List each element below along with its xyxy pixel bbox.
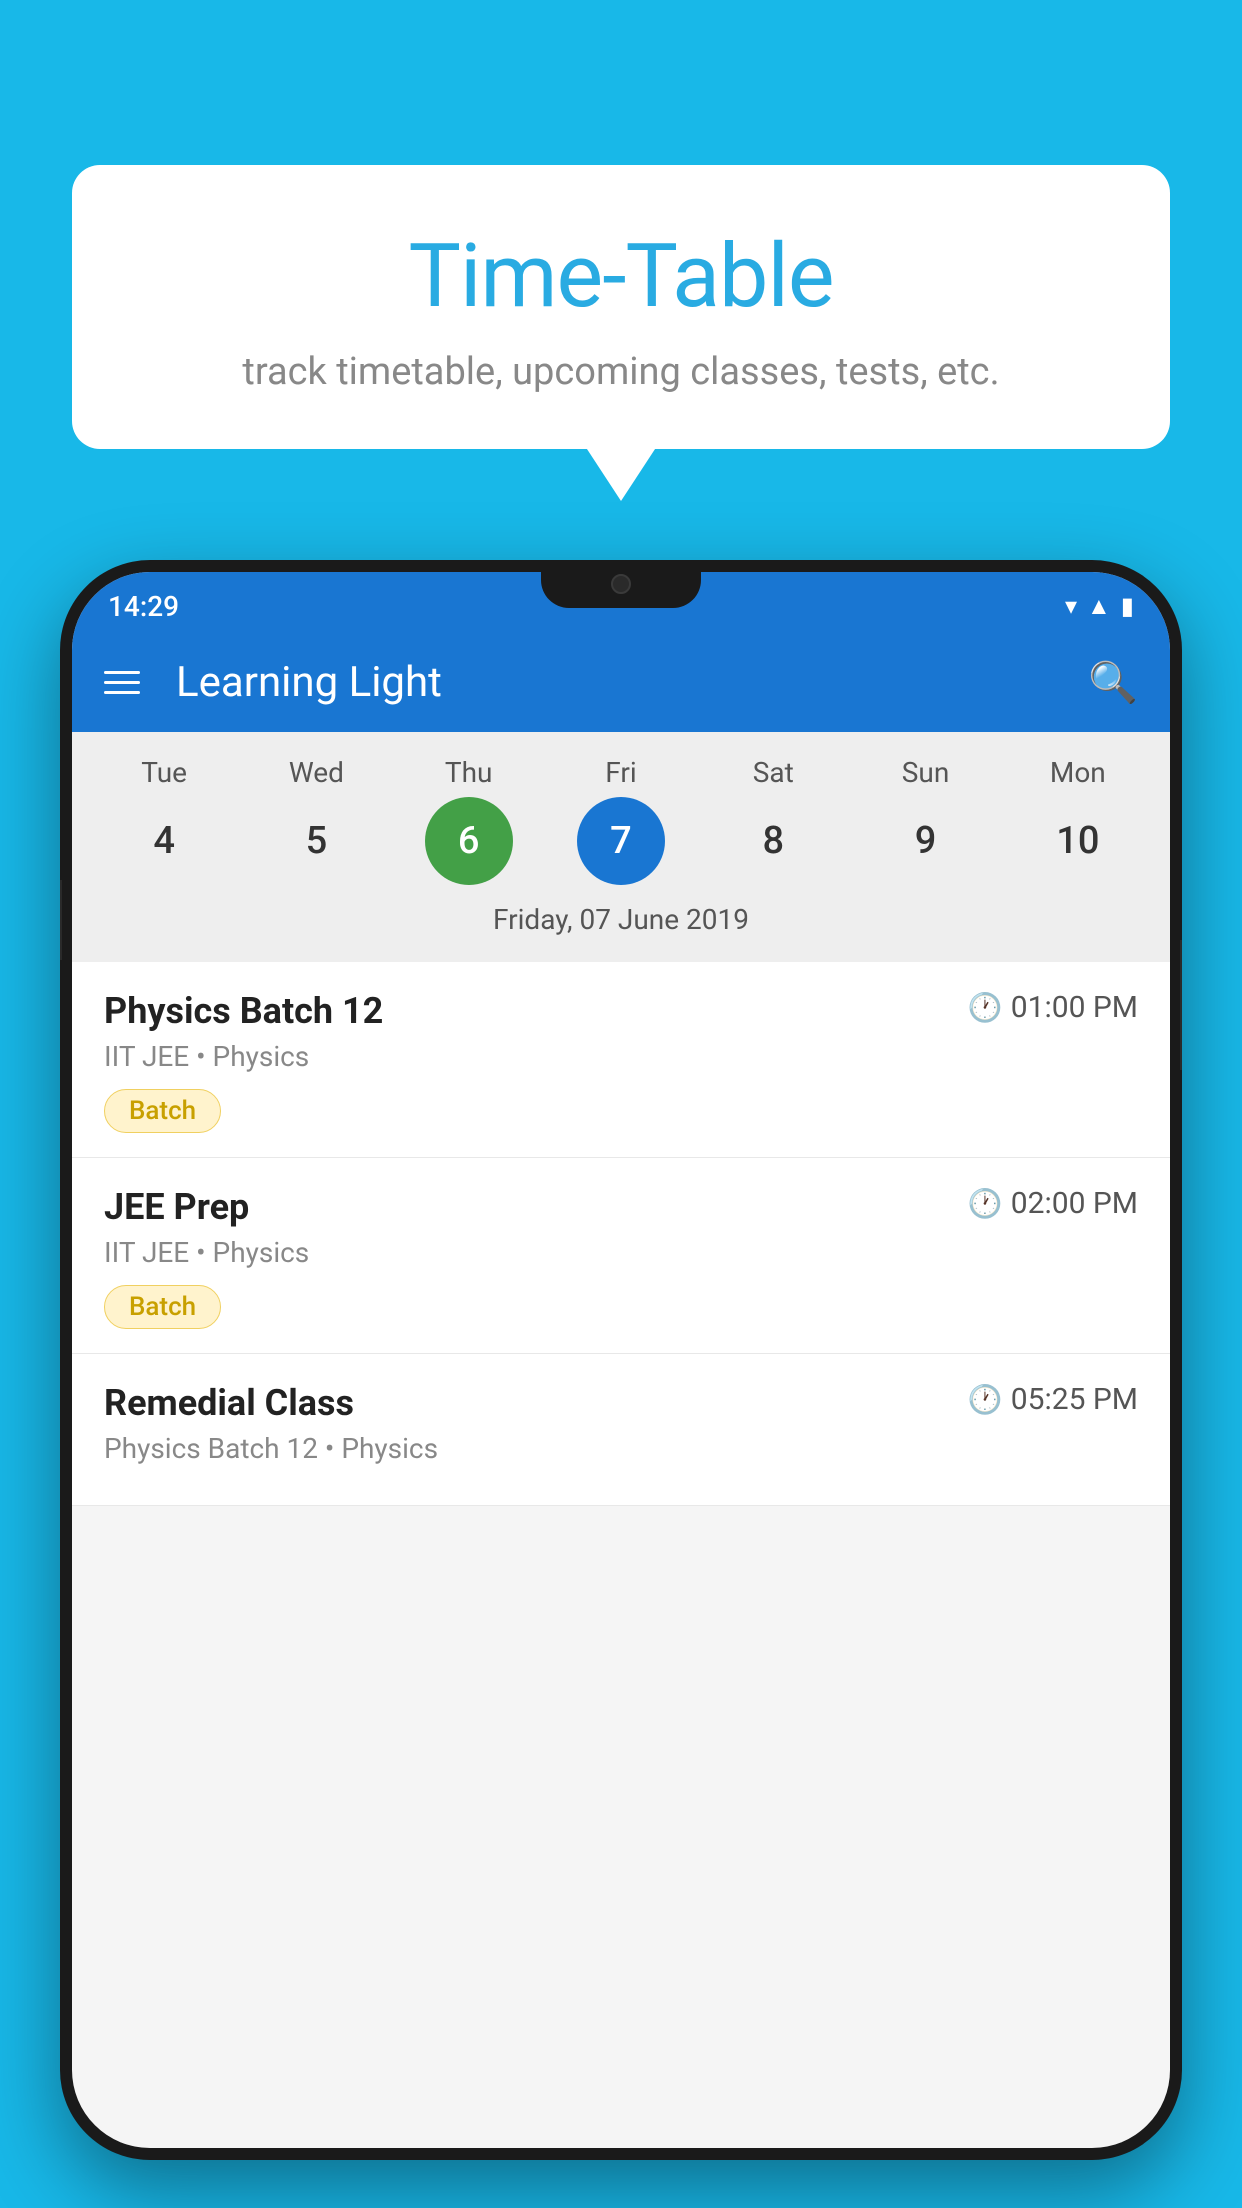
app-title: Learning Light <box>176 658 1060 707</box>
phone-container: 14:29 ▾ ▲ ▮ Learning Light 🔍 <box>60 560 1182 2208</box>
schedule-title-2: JEE Prep <box>104 1186 249 1228</box>
phone-frame: 14:29 ▾ ▲ ▮ Learning Light 🔍 <box>60 560 1182 2160</box>
app-bar: Learning Light 🔍 <box>72 632 1170 732</box>
batch-badge-1: Batch <box>104 1089 221 1133</box>
schedule-subtitle-3: Physics Batch 12 • Physics <box>104 1432 1138 1465</box>
schedule-item-3: Remedial Class 🕐 05:25 PM Physics Batch … <box>72 1354 1170 1506</box>
day-10[interactable]: 10 <box>1034 797 1122 885</box>
menu-button[interactable] <box>104 671 140 694</box>
day-header-thu: Thu <box>425 756 513 789</box>
schedule-title-1: Physics Batch 12 <box>104 990 383 1032</box>
clock-icon-3: 🕐 <box>968 1383 1003 1416</box>
day-numbers: 4 5 6 7 8 9 10 <box>72 797 1170 885</box>
volume-button <box>60 880 62 960</box>
schedule-time-1: 🕐 01:00 PM <box>968 990 1138 1025</box>
power-button <box>1180 940 1182 1070</box>
day-5[interactable]: 5 <box>272 797 360 885</box>
clock-icon-1: 🕐 <box>968 991 1003 1024</box>
schedule-time-value-1: 01:00 PM <box>1011 990 1138 1025</box>
signal-icon: ▲ <box>1087 592 1111 621</box>
status-icons: ▾ ▲ ▮ <box>1065 592 1134 621</box>
day-7-selected[interactable]: 7 <box>577 797 665 885</box>
clock-icon-2: 🕐 <box>968 1187 1003 1220</box>
day-headers: Tue Wed Thu Fri Sat Sun Mon <box>72 756 1170 789</box>
schedule-item-1: Physics Batch 12 🕐 01:00 PM IIT JEE • Ph… <box>72 962 1170 1158</box>
schedule-subtitle-1: IIT JEE • Physics <box>104 1040 1138 1073</box>
day-header-fri: Fri <box>577 756 665 789</box>
schedule-title-3: Remedial Class <box>104 1382 354 1424</box>
phone-notch <box>541 560 701 608</box>
day-8[interactable]: 8 <box>729 797 817 885</box>
calendar-strip: Tue Wed Thu Fri Sat Sun Mon 4 5 6 7 8 9 … <box>72 732 1170 962</box>
schedule-time-value-2: 02:00 PM <box>1011 1186 1138 1221</box>
day-header-sun: Sun <box>882 756 970 789</box>
schedule-item-2: JEE Prep 🕐 02:00 PM IIT JEE • Physics Ba… <box>72 1158 1170 1354</box>
day-header-mon: Mon <box>1034 756 1122 789</box>
schedule-time-3: 🕐 05:25 PM <box>968 1382 1138 1417</box>
schedule-time-2: 🕐 02:00 PM <box>968 1186 1138 1221</box>
day-header-tue: Tue <box>120 756 208 789</box>
selected-date-label: Friday, 07 June 2019 <box>72 897 1170 954</box>
front-camera <box>611 574 631 594</box>
schedule-item-1-top: Physics Batch 12 🕐 01:00 PM <box>104 990 1138 1032</box>
wifi-icon: ▾ <box>1065 592 1077 620</box>
day-header-sat: Sat <box>729 756 817 789</box>
phone-screen: 14:29 ▾ ▲ ▮ Learning Light 🔍 <box>72 572 1170 2148</box>
battery-icon: ▮ <box>1121 592 1134 620</box>
schedule-time-value-3: 05:25 PM <box>1011 1382 1138 1417</box>
bubble-subtitle: track timetable, upcoming classes, tests… <box>122 350 1120 394</box>
schedule-list: Physics Batch 12 🕐 01:00 PM IIT JEE • Ph… <box>72 962 1170 1506</box>
day-9[interactable]: 9 <box>882 797 970 885</box>
speech-bubble: Time-Table track timetable, upcoming cla… <box>72 165 1170 449</box>
schedule-subtitle-2: IIT JEE • Physics <box>104 1236 1138 1269</box>
schedule-item-3-top: Remedial Class 🕐 05:25 PM <box>104 1382 1138 1424</box>
schedule-item-2-top: JEE Prep 🕐 02:00 PM <box>104 1186 1138 1228</box>
day-4[interactable]: 4 <box>120 797 208 885</box>
search-icon[interactable]: 🔍 <box>1088 659 1138 706</box>
bubble-title: Time-Table <box>122 225 1120 328</box>
day-header-wed: Wed <box>272 756 360 789</box>
batch-badge-2: Batch <box>104 1285 221 1329</box>
day-6-today[interactable]: 6 <box>425 797 513 885</box>
status-time: 14:29 <box>108 590 179 623</box>
